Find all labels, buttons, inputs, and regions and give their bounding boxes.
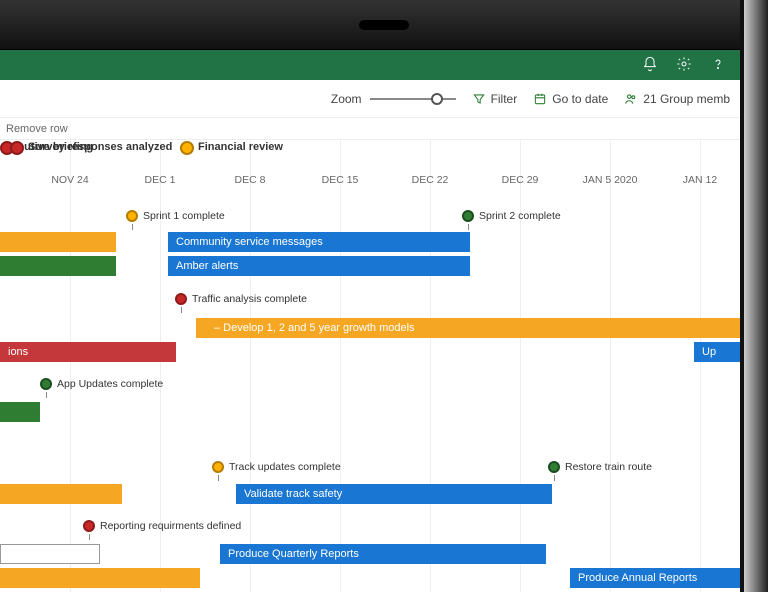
- task-bar[interactable]: – Develop 1, 2 and 5 year growth models: [196, 318, 740, 338]
- zoom-slider-thumb[interactable]: [431, 93, 443, 105]
- gantt-bars-area: Community service messages Amber alerts – …: [0, 198, 740, 592]
- camera-notch: [359, 20, 409, 30]
- goto-date-button[interactable]: Go to date: [533, 92, 608, 106]
- task-bar[interactable]: [0, 484, 122, 504]
- milestone-dot-icon: [40, 378, 52, 390]
- remove-row-button[interactable]: Remove row: [6, 123, 68, 135]
- milestone-label: Sprint 1 complete: [143, 210, 225, 222]
- app-screen: Zoom Filter Go to date 21 Group memb Rem…: [0, 50, 740, 592]
- milestone-label: App Updates complete: [57, 378, 163, 390]
- zoom-label: Zoom: [331, 92, 362, 106]
- zoom-slider-track[interactable]: [370, 98, 456, 100]
- zoom-control[interactable]: Zoom: [331, 92, 456, 106]
- task-bar[interactable]: [0, 402, 40, 422]
- milestone-label: Sprint 2 complete: [479, 210, 561, 222]
- milestone-dot-icon: [175, 293, 187, 305]
- milestone-label: Track updates complete: [229, 461, 341, 473]
- date-column-label: DEC 22: [412, 174, 449, 186]
- milestone-marker[interactable]: Restore train route: [548, 461, 652, 473]
- date-column-label: DEC 8: [235, 174, 266, 186]
- group-members-label: 21 Group memb: [643, 92, 730, 106]
- milestone-marker[interactable]: App Updates complete: [40, 378, 163, 390]
- bell-icon[interactable]: [642, 56, 658, 75]
- milestone-label: Restore train route: [565, 461, 652, 473]
- filter-button[interactable]: Filter: [472, 92, 518, 106]
- calendar-icon: [533, 92, 547, 106]
- milestone-label: Traffic analysis complete: [192, 293, 307, 305]
- gear-icon[interactable]: [676, 56, 692, 75]
- secondary-toolbar: Remove row: [0, 118, 740, 140]
- task-bar[interactable]: Amber alerts: [168, 256, 470, 276]
- milestone-dot-icon: [10, 141, 24, 155]
- goto-date-label: Go to date: [552, 92, 608, 106]
- milestone-dot-icon: [180, 141, 194, 155]
- milestone-marker[interactable]: Sprint 1 complete: [126, 210, 225, 222]
- date-column-label: JAN 12: [683, 174, 717, 186]
- milestone-label: Financial review: [198, 140, 283, 154]
- task-bar[interactable]: [0, 568, 200, 588]
- date-column-label: DEC 29: [502, 174, 539, 186]
- help-icon[interactable]: [710, 56, 726, 75]
- milestone-marker[interactable]: Traffic analysis complete: [175, 293, 307, 305]
- task-bar[interactable]: [0, 256, 116, 276]
- app-header: [0, 50, 740, 80]
- date-column-label: DEC 1: [145, 174, 176, 186]
- device-bezel-top: [0, 0, 768, 50]
- milestone-dot-icon: [212, 461, 224, 473]
- milestone-marker[interactable]: Reporting requirments defined: [83, 520, 241, 532]
- task-bar[interactable]: ions: [0, 342, 176, 362]
- device-bezel-right: [740, 0, 768, 592]
- task-bar[interactable]: Validate track safety: [236, 484, 552, 504]
- task-bar[interactable]: Community service messages: [168, 232, 470, 252]
- date-column-label: DEC 15: [322, 174, 359, 186]
- milestone-dot-icon: [83, 520, 95, 532]
- milestone-marker[interactable]: Sprint 2 complete: [462, 210, 561, 222]
- milestone-dot-icon: [462, 210, 474, 222]
- date-header-row: 17NOV 24DEC 1DEC 8DEC 15DEC 22DEC 29JAN …: [0, 174, 740, 192]
- date-column-label: JAN 5 2020: [583, 174, 638, 186]
- people-icon: [624, 92, 638, 106]
- milestone-header-row: cutive briefingSurvey responses analyzed…: [0, 140, 740, 174]
- milestone-label: Survey responses analyzed: [28, 140, 172, 154]
- task-name-input[interactable]: [0, 544, 100, 564]
- date-column-label: NOV 24: [51, 174, 88, 186]
- task-bar[interactable]: Produce Quarterly Reports: [220, 544, 546, 564]
- milestone-marker[interactable]: Track updates complete: [212, 461, 341, 473]
- filter-label: Filter: [491, 92, 518, 106]
- task-bar[interactable]: Up: [694, 342, 740, 362]
- milestone-dot-icon: [126, 210, 138, 222]
- milestone[interactable]: Financial review: [180, 140, 283, 154]
- task-bar[interactable]: [0, 232, 116, 252]
- group-members-button[interactable]: 21 Group memb: [624, 92, 730, 106]
- milestone-label: Reporting requirments defined: [100, 520, 241, 532]
- milestone-dot-icon: [548, 461, 560, 473]
- task-bar[interactable]: Produce Annual Reports: [570, 568, 740, 588]
- gantt-chart[interactable]: cutive briefingSurvey responses analyzed…: [0, 140, 740, 592]
- filter-icon: [472, 92, 486, 106]
- toolbar: Zoom Filter Go to date 21 Group memb: [0, 80, 740, 118]
- milestone[interactable]: Survey responses analyzed: [10, 140, 172, 154]
